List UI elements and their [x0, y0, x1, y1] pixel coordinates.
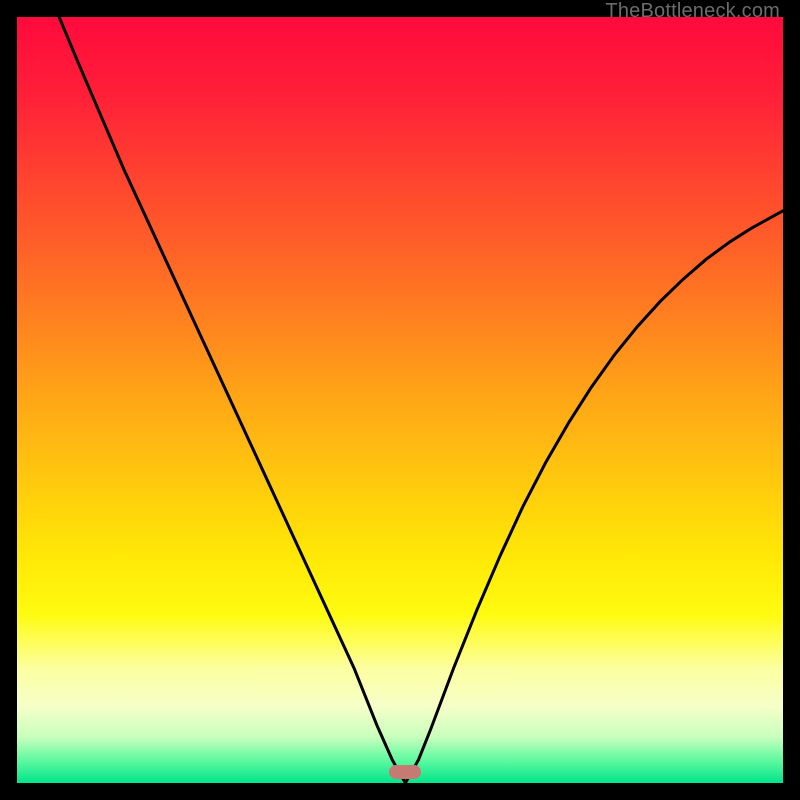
optimum-marker: [389, 765, 421, 779]
plot-area: [17, 17, 783, 783]
chart-frame: TheBottleneck.com: [0, 0, 800, 800]
watermark-text: TheBottleneck.com: [605, 0, 780, 23]
bottleneck-curve: [17, 17, 783, 783]
